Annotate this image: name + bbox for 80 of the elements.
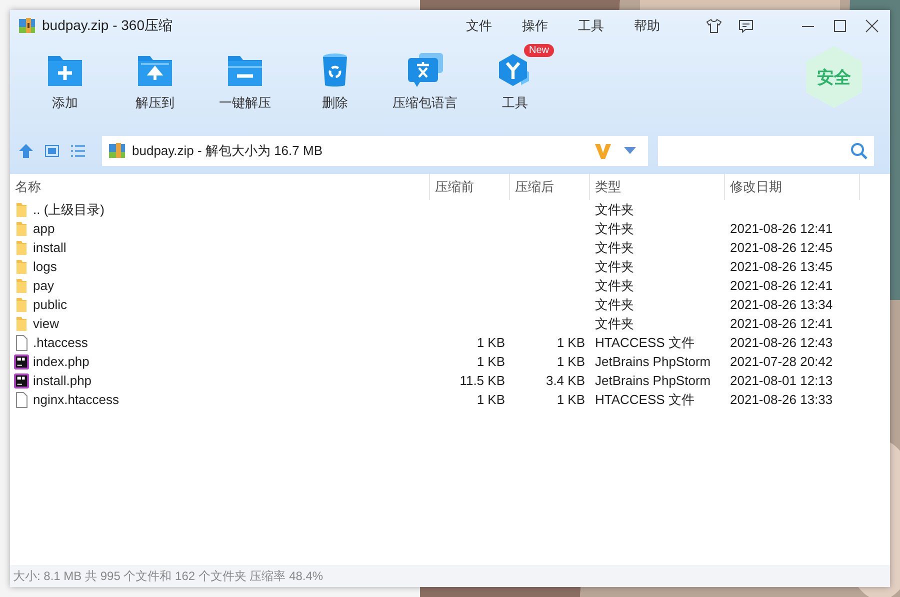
file-name-cell[interactable]: .htaccess	[10, 333, 430, 352]
date-cell: 2021-08-01 12:13	[730, 373, 833, 388]
size-cell: 1 KB	[476, 392, 505, 407]
archive-icon	[18, 17, 36, 35]
size-cell: 11.5 KB	[460, 373, 505, 388]
type-cell: JetBrains PhpStorm	[595, 354, 711, 369]
file-name-cell[interactable]: view	[10, 314, 430, 333]
folder-icon	[14, 240, 29, 256]
folder-icon	[14, 316, 29, 332]
window-title: budpay.zip - 360压缩	[42, 17, 172, 35]
file-name-cell[interactable]: nginx.htaccess	[10, 390, 430, 409]
file-name-cell[interactable]: app	[10, 219, 430, 238]
file-name-cell[interactable]: install.php	[10, 371, 430, 390]
speech-bubble-icon	[405, 52, 445, 88]
phpstorm-icon	[14, 354, 29, 370]
phpstorm-icon	[14, 372, 29, 388]
toolbar-button[interactable]: 解压到	[110, 42, 200, 112]
date-cell: 2021-07-28 20:42	[730, 354, 833, 369]
archive-icon	[108, 142, 126, 160]
type-cell: 文件夹	[595, 276, 634, 294]
date-cell: 2021-08-26 13:33	[730, 392, 833, 407]
toolbar-button[interactable]: 工具 New	[470, 42, 560, 112]
file-name-cell[interactable]: public	[10, 295, 430, 314]
date-cell: 2021-08-26 12:43	[730, 335, 833, 350]
list-view-icon[interactable]	[70, 143, 86, 159]
dropdown-caret-icon[interactable]	[624, 147, 636, 155]
close-icon[interactable]	[864, 18, 880, 34]
date-cell: 2021-08-26 12:41	[730, 316, 833, 331]
folder-icon	[14, 258, 29, 274]
path-field[interactable]: budpay.zip - 解包大小为 16.7 MB	[102, 136, 648, 166]
type-cell: 文件夹	[595, 238, 634, 256]
file-name-cell[interactable]: pay	[10, 276, 430, 295]
menu-item[interactable]: 帮助	[634, 17, 660, 35]
thumbnail-view-icon[interactable]	[44, 143, 60, 159]
status-bar: 大小: 8.1 MB 共 995 个文件和 162 个文件夹 压缩率 48.4%	[10, 565, 890, 587]
file-name-cell[interactable]: index.php	[10, 352, 430, 371]
menu-item[interactable]: 工具	[578, 17, 604, 35]
date-cell: 2021-08-26 13:34	[730, 297, 833, 312]
toolbar-button[interactable]: 一键解压	[200, 42, 290, 112]
compressed-size-cell: 1 KB	[556, 335, 585, 350]
folder-icon	[14, 278, 29, 294]
v-logo-icon[interactable]	[594, 142, 612, 160]
maximize-icon[interactable]	[832, 18, 848, 34]
menu-item[interactable]: 文件	[466, 17, 492, 35]
new-badge: New	[524, 44, 554, 57]
search-field[interactable]	[658, 136, 874, 166]
shirt-icon[interactable]	[706, 18, 722, 34]
date-cell: 2021-08-26 12:41	[730, 221, 833, 236]
compressed-size-cell: 3.4 KB	[546, 373, 585, 388]
file-name-cell[interactable]: install	[10, 238, 430, 257]
toolbar-button[interactable]: 删除	[290, 42, 380, 112]
search-icon[interactable]	[850, 142, 868, 160]
date-cell: 2021-08-26 12:45	[730, 240, 833, 255]
date-cell: 2021-08-26 13:45	[730, 259, 833, 274]
size-cell: 1 KB	[476, 335, 505, 350]
type-cell: HTACCESS 文件	[595, 334, 694, 352]
compressed-size-cell: 1 KB	[556, 354, 585, 369]
type-cell: HTACCESS 文件	[595, 390, 694, 408]
type-cell: 文件夹	[595, 296, 634, 314]
date-cell: 2021-08-26 12:41	[730, 278, 833, 293]
file-icon	[14, 392, 29, 408]
toolbar-button[interactable]: 添加	[20, 42, 110, 112]
toolbar-button[interactable]: 压缩包语言	[380, 42, 470, 112]
message-icon[interactable]	[738, 18, 754, 34]
up-arrow-icon[interactable]	[18, 143, 34, 159]
type-cell: 文件夹	[595, 200, 634, 218]
size-cell: 1 KB	[476, 354, 505, 369]
file-name-cell[interactable]: logs	[10, 257, 430, 276]
type-cell: 文件夹	[595, 258, 634, 276]
type-cell: JetBrains PhpStorm	[595, 373, 711, 388]
type-cell: 文件夹	[595, 314, 634, 332]
file-name-cell[interactable]: .. (上级目录)	[10, 200, 430, 219]
column-header[interactable]: 名称	[10, 174, 430, 200]
folder-icon	[14, 202, 29, 218]
folder-icon	[14, 220, 29, 236]
file-icon	[14, 334, 29, 350]
type-cell: 文件夹	[595, 220, 634, 238]
folder-icon	[14, 296, 29, 312]
compressed-size-cell: 1 KB	[556, 392, 585, 407]
menu-item[interactable]: 操作	[522, 17, 548, 35]
